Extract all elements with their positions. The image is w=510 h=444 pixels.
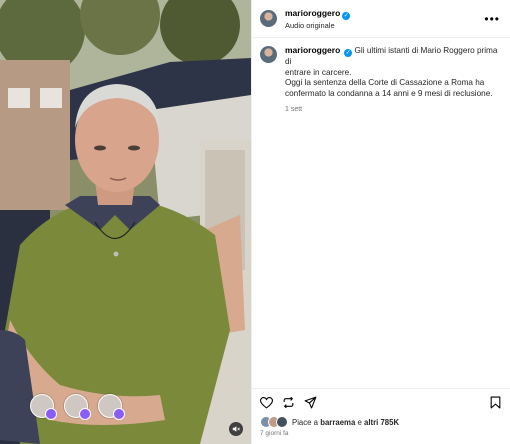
repost-button[interactable] (282, 396, 295, 409)
share-button[interactable] (304, 396, 317, 409)
video-frame (0, 0, 251, 444)
author-username[interactable]: marioroggero (285, 8, 340, 18)
liker-avatars (260, 416, 288, 428)
likes-prefix: Piace a (292, 417, 319, 427)
likes-summary[interactable]: Piace a barraema e altri 785K (252, 416, 510, 428)
muted-speaker-icon (232, 426, 240, 432)
reaction-avatar[interactable] (98, 394, 125, 420)
mute-button[interactable] (229, 422, 243, 436)
post-date[interactable]: 7 giorni fa (252, 428, 510, 437)
caption-line: entrare in carcere. (285, 67, 352, 77)
action-bar (252, 389, 510, 416)
reaction-badge-icon (45, 408, 57, 420)
caption-time: 1 sett (285, 106, 303, 113)
verified-badge-icon: ✓ (342, 12, 351, 20)
liker-avatar (276, 416, 288, 428)
post-footer: Piace a barraema e altri 785K 7 giorni f… (252, 388, 510, 444)
likes-joiner: e (357, 417, 362, 427)
likes-others[interactable]: altri 785K (364, 418, 399, 427)
save-button[interactable] (489, 396, 502, 409)
bookmark-icon (490, 396, 501, 409)
more-options-icon[interactable]: ••• (484, 12, 500, 26)
caption-text: marioroggero ✓ Gli ultimi istanti di Mari… (285, 45, 500, 116)
author-info: marioroggero ✓ Audio originale (285, 6, 484, 31)
post-header: marioroggero ✓ Audio originale ••• (252, 0, 510, 38)
like-button[interactable] (260, 396, 273, 409)
heart-icon (260, 396, 273, 409)
audio-label[interactable]: Audio originale (285, 20, 484, 31)
repost-icon (283, 396, 294, 409)
reaction-stickers (30, 394, 125, 420)
post-details-panel: marioroggero ✓ Audio originale ••• marior… (251, 0, 510, 444)
reaction-avatar[interactable] (30, 394, 57, 420)
post-video[interactable] (0, 0, 251, 444)
reaction-avatar[interactable] (64, 394, 91, 420)
share-icon (304, 396, 317, 409)
post-viewer: marioroggero ✓ Audio originale ••• marior… (0, 0, 510, 444)
reaction-badge-icon (79, 408, 91, 420)
caption-line: Oggi la sentenza della Corte di Cassazio… (285, 78, 485, 87)
reaction-badge-icon (113, 408, 125, 420)
caption-author-username[interactable]: marioroggero (285, 45, 340, 55)
verified-badge-icon: ✓ (344, 49, 353, 57)
caption-line: confermato la condanna a 14 anni e 9 mes… (285, 88, 493, 98)
caption-block: marioroggero ✓ Gli ultimi istanti di Mari… (252, 38, 510, 116)
caption-author-avatar[interactable] (260, 46, 277, 63)
author-avatar[interactable] (260, 10, 277, 27)
likes-first-user[interactable]: barraema (320, 418, 355, 427)
